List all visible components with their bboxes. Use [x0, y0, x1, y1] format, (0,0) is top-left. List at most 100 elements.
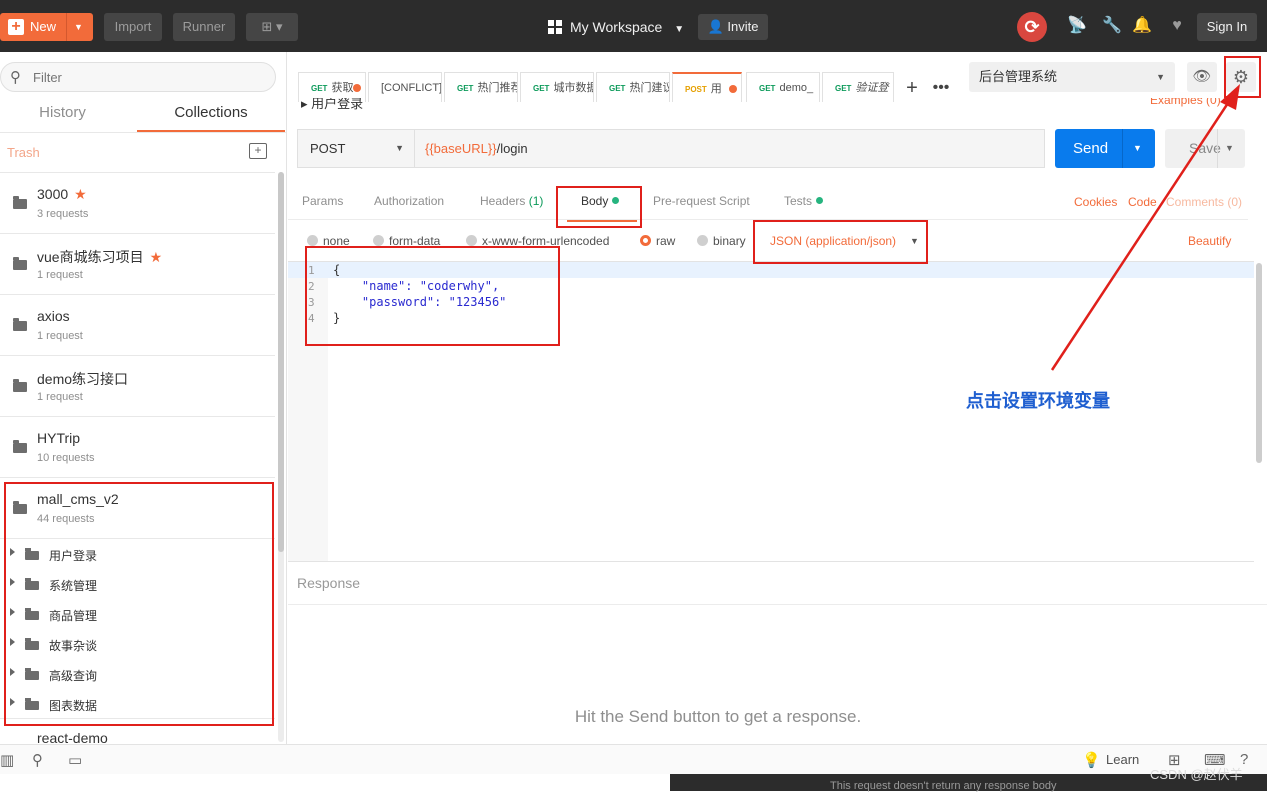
- workspace-switcher[interactable]: My Workspace ▼: [548, 13, 684, 41]
- url-variable: {{baseURL}}: [425, 141, 497, 156]
- learn-link[interactable]: Learn: [1106, 752, 1139, 767]
- unsaved-dot: [729, 85, 737, 93]
- add-user-icon: 👤: [707, 19, 724, 34]
- method-select[interactable]: POST ▼: [297, 129, 414, 168]
- tab-label: 验证登: [855, 82, 889, 94]
- sync-icon[interactable]: ⟳: [1017, 12, 1047, 42]
- tab-method: GET: [311, 84, 328, 93]
- tab-method: POST: [685, 85, 707, 94]
- tab-method: GET: [609, 84, 626, 93]
- folder-icon: [13, 440, 27, 453]
- collection-count: 1 request: [37, 391, 83, 403]
- satellite-icon[interactable]: 📡: [1066, 15, 1088, 37]
- tab-params[interactable]: Params: [302, 194, 343, 208]
- trash-row: Trash +: [0, 132, 286, 172]
- radio-circle: [307, 235, 318, 246]
- tab-label: 热门建议: [629, 82, 670, 94]
- tab-label: 用: [710, 83, 722, 95]
- collection-item[interactable]: 3000 ★ 3 requests: [0, 173, 275, 234]
- collection-name: react-demo: [37, 730, 108, 744]
- folder-icon: [13, 257, 27, 270]
- radio-circle: [373, 235, 384, 246]
- tab-history[interactable]: History: [0, 98, 125, 132]
- plus-icon: +: [8, 19, 24, 35]
- collection-name: axios: [37, 308, 70, 324]
- method-value: POST: [310, 141, 346, 156]
- collection-count: 10 requests: [37, 452, 95, 464]
- new-window-icon: ⊞ ▾: [261, 19, 283, 34]
- builder-mode-button[interactable]: ⊞ ▾: [246, 13, 298, 41]
- tab-method: GET: [457, 84, 474, 93]
- sidebar-scrollbar[interactable]: [278, 172, 284, 742]
- annotation-text: 点击设置环境变量: [966, 391, 1110, 411]
- radio-circle: [697, 235, 708, 246]
- url-input[interactable]: {{baseURL}}/login: [414, 129, 1045, 168]
- radio-binary[interactable]: binary: [697, 234, 746, 248]
- app-header: + New ▼ Import Runner ⊞ ▾ My Workspace ▼…: [0, 0, 1267, 52]
- star-icon[interactable]: ★: [74, 186, 87, 202]
- annotation-box-json: [753, 220, 928, 264]
- folder-icon: [13, 318, 27, 331]
- radio-circle-selected: [640, 235, 651, 246]
- new-collection-icon[interactable]: +: [249, 143, 267, 159]
- heart-icon[interactable]: ♥: [1166, 15, 1188, 37]
- status-bar: ▥ ⚲ ▭ 💡 Learn ⊞ ⌨ ?: [0, 744, 1267, 774]
- request-title[interactable]: ▸ 用户登录: [301, 98, 363, 112]
- invite-label: Invite: [727, 19, 759, 34]
- collection-item[interactable]: vue商城练习项目 ★ 1 request: [0, 234, 275, 295]
- unsaved-dot: [353, 84, 361, 92]
- chevron-down-icon: ▼: [674, 24, 685, 35]
- bell-icon[interactable]: 🔔: [1131, 15, 1153, 37]
- tab-method: GET: [533, 84, 550, 93]
- tab-label: demo_: [779, 82, 814, 94]
- sign-in-button[interactable]: Sign In: [1197, 13, 1257, 41]
- tab-authorization[interactable]: Authorization: [374, 194, 444, 208]
- console-icon[interactable]: ▭: [68, 751, 82, 769]
- tab-headers-label: Headers: [480, 194, 526, 208]
- chevron-down-icon[interactable]: ▼: [74, 13, 83, 41]
- empty-response-message: Hit the Send button to get a response.: [574, 707, 862, 726]
- filter-input[interactable]: [33, 68, 233, 86]
- tab-label: 获取: [331, 82, 354, 94]
- tab-prerequest-script[interactable]: Pre-request Script: [653, 194, 750, 208]
- filter-box[interactable]: ⚲: [0, 62, 276, 92]
- request-title-text: 用户登录: [311, 98, 364, 111]
- find-icon[interactable]: ⚲: [32, 751, 43, 769]
- trash-link[interactable]: Trash: [7, 145, 40, 160]
- star-icon[interactable]: ★: [150, 249, 163, 265]
- invite-button[interactable]: 👤 Invite: [698, 14, 768, 40]
- tab-label: 热门推荐: [477, 82, 518, 94]
- annotation-box-code: [305, 246, 560, 346]
- radio-label: raw: [656, 234, 676, 248]
- folder-icon: [13, 196, 27, 209]
- annotation-box-folders: [4, 482, 274, 726]
- collection-name-text: 3000: [37, 186, 69, 202]
- radio-raw[interactable]: raw: [640, 234, 675, 248]
- collection-name: vue商城练习项目 ★: [37, 247, 162, 267]
- tab-tests-label: Tests: [784, 194, 813, 208]
- new-button[interactable]: + New ▼: [0, 13, 93, 41]
- annotation-arrow-icon: [1050, 84, 1240, 371]
- tab-label: [CONFLICT]: [381, 82, 442, 94]
- annotation-box-body: [556, 186, 642, 228]
- wrench-icon[interactable]: 🔧: [1101, 15, 1123, 37]
- tests-indicator-dot: [816, 197, 824, 204]
- collection-item[interactable]: HYTrip 10 requests: [0, 417, 275, 478]
- workspace-label: My Workspace: [570, 19, 663, 35]
- collection-name: 3000 ★: [37, 186, 87, 203]
- watermark: CSDN @赵伏羊: [1150, 767, 1243, 782]
- import-button[interactable]: Import: [104, 13, 162, 41]
- tab-collections[interactable]: Collections: [137, 98, 285, 132]
- tab-headers[interactable]: Headers (1): [480, 194, 543, 208]
- radio-circle: [466, 235, 477, 246]
- chevron-down-icon: ▼: [395, 143, 404, 153]
- response-heading: Response: [297, 575, 361, 591]
- search-icon: ⚲: [10, 69, 21, 86]
- sidebar-toggle-icon[interactable]: ▥: [0, 751, 14, 769]
- collection-item[interactable]: demo练习接口 1 request: [0, 356, 275, 417]
- collection-count: 1 request: [37, 330, 83, 342]
- runner-button[interactable]: Runner: [173, 13, 235, 41]
- tab-tests[interactable]: Tests: [784, 194, 824, 208]
- collection-item[interactable]: axios 1 request: [0, 295, 275, 356]
- collection-count: 1 request: [37, 269, 83, 281]
